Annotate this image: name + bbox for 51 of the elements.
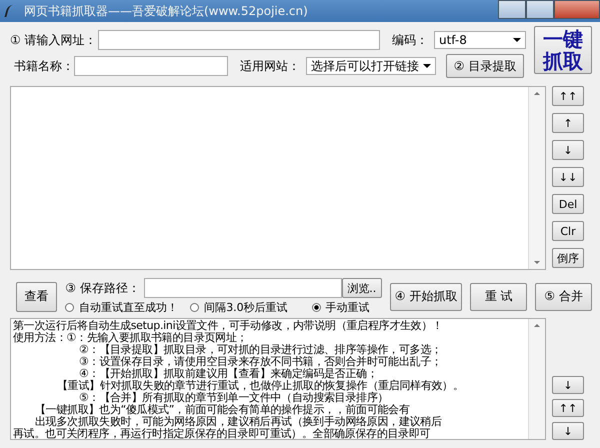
list-action-button[interactable]: ↑↑: [552, 86, 584, 106]
help-text-line: ④：【开始抓取】抓取前建议用【查看】来确定编码是否正确；: [78, 368, 378, 380]
help-text-line: ②：【目录提取】抓取目录，可对抓的目录进行过滤、排序等操作，可多选；: [78, 344, 443, 356]
list-action-button[interactable]: 倒序: [552, 248, 584, 268]
help-text-line: 再试。也可关闭程序，再运行时指定原保存的目录即可重试）。全部确原保存的目录即可: [13, 428, 432, 439]
minimize-button[interactable]: [498, 0, 526, 19]
list-action-button[interactable]: Clr: [552, 221, 584, 241]
browse-button[interactable]: 浏览..: [342, 278, 382, 298]
help-text-line: 第一次运行后将自动生成setup.ini设置文件，可手动修改，内带说明（重启程序才生效）！: [13, 320, 444, 332]
save-path-field[interactable]: [144, 278, 342, 298]
list-action-button[interactable]: Del: [552, 194, 584, 214]
help-text-line: 【一键抓取】也为“傻瓜模式”，前面可能会有简单的操作提示，，前面可能会有: [34, 404, 411, 416]
start-grab-button[interactable]: ④ 开始抓取: [390, 282, 462, 310]
site-label: 适用网站：: [240, 58, 300, 74]
list-action-button[interactable]: ↓↓: [552, 167, 584, 187]
encoding-dropdown[interactable]: utf-8: [434, 31, 526, 49]
book-name-field[interactable]: [74, 56, 228, 76]
help-text-line: ⑤：【合并】所有抓取的章节到单一文件中（自动搜索目录排序）: [78, 392, 390, 404]
close-button[interactable]: [554, 0, 600, 19]
retry-mode-radio[interactable]: 自动重试直至成功！: [65, 300, 178, 315]
view-button[interactable]: 查看: [16, 282, 58, 312]
merge-button[interactable]: ⑤ 合并: [535, 282, 592, 310]
help-text-line: 出现多次抓取失败时，可能为网络原因，建议稍后再试（换到手动网络原因，建议稍后: [34, 416, 443, 428]
retry-mode-radio[interactable]: 间隔3.0秒后重试: [190, 300, 288, 315]
list-action-button[interactable]: ↓: [552, 422, 584, 440]
encoding-label: 编码：: [392, 32, 428, 48]
maximize-button[interactable]: [526, 0, 554, 19]
window-title: 网页书籍抓取器——吾爱破解论坛(www.52pojie.cn): [24, 2, 309, 20]
scroll-down-icon[interactable]: [534, 261, 540, 264]
retry-button[interactable]: 重 试: [470, 282, 528, 310]
book-name-label: 书籍名称：: [13, 58, 68, 74]
help-text-line: ③：设置保存目录，请使用空目录来存放不同书籍，否则合并时可能出乱子；: [78, 356, 443, 368]
site-dropdown[interactable]: 选择后可以打开链接: [306, 57, 436, 75]
list-action-button[interactable]: ↓: [552, 376, 584, 394]
caret-icon: [423, 64, 431, 68]
scrollbar[interactable]: [528, 319, 545, 439]
scroll-up-icon[interactable]: [534, 324, 540, 327]
list-action-button[interactable]: ↓: [552, 140, 584, 160]
scroll-up-icon[interactable]: [534, 92, 540, 95]
url-input-field[interactable]: [98, 30, 380, 50]
retry-mode-radio[interactable]: 手动重试: [312, 300, 370, 315]
one-click-grab-button[interactable]: 一键抓取: [534, 26, 592, 74]
list-action-button[interactable]: ↑: [552, 113, 584, 133]
caret-icon: [513, 38, 521, 42]
help-text-line: 使用方法：①：先输入要抓取书籍的目录页网址；: [13, 332, 248, 344]
help-text-line: 【重试】针对抓取失败的章节进行重试，也做停止抓取的恢复操作（重启同样有效）。: [56, 380, 465, 392]
list-action-button[interactable]: ↑↑: [552, 399, 584, 417]
extract-toc-button[interactable]: ② 目录提取: [446, 54, 524, 78]
url-label: ① 请输入网址：: [10, 32, 92, 48]
scrollbar[interactable]: [528, 87, 545, 269]
save-path-label: ③ 保存路径：: [65, 280, 140, 296]
